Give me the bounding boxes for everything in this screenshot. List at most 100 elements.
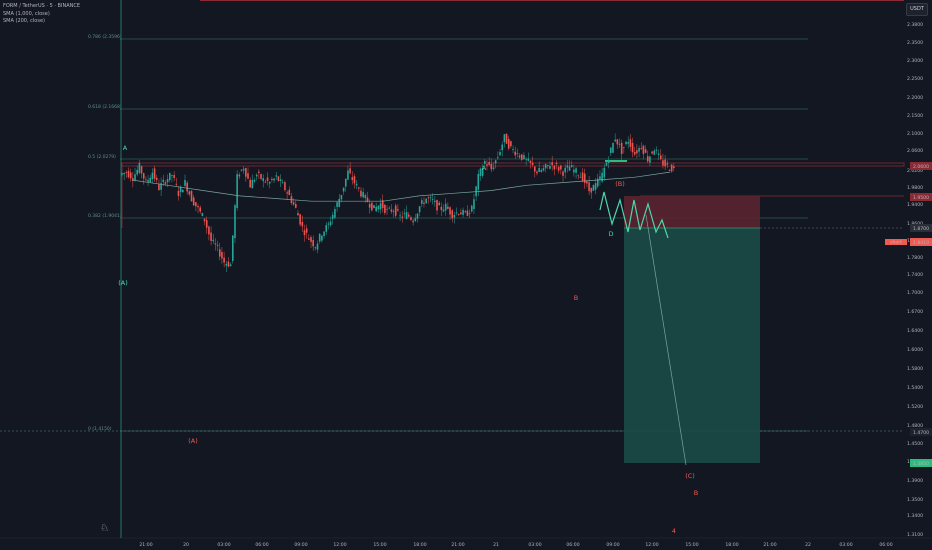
candle-body[interactable] xyxy=(412,220,414,223)
candle-body[interactable] xyxy=(271,178,273,181)
candle-body[interactable] xyxy=(218,249,221,257)
candle-body[interactable] xyxy=(349,168,351,174)
candle-body[interactable] xyxy=(599,176,601,180)
candle-body[interactable] xyxy=(520,154,523,160)
candle-body[interactable] xyxy=(362,192,364,198)
candle-body[interactable] xyxy=(334,209,336,218)
candle-body[interactable] xyxy=(138,162,141,173)
candle-body[interactable] xyxy=(477,173,480,190)
candle-body[interactable] xyxy=(618,143,621,145)
candle-body[interactable] xyxy=(310,237,312,242)
candle-body[interactable] xyxy=(490,163,493,170)
candle-body[interactable] xyxy=(308,238,310,240)
candle-body[interactable] xyxy=(518,155,521,158)
candle-body[interactable] xyxy=(397,209,399,211)
candle-body[interactable] xyxy=(540,169,543,172)
candle-body[interactable] xyxy=(205,220,208,228)
candle-body[interactable] xyxy=(431,199,434,200)
candle-body[interactable] xyxy=(392,210,395,212)
candle-body[interactable] xyxy=(212,239,215,242)
candle-body[interactable] xyxy=(568,166,571,171)
candle-body[interactable] xyxy=(414,218,417,221)
candle-body[interactable] xyxy=(657,153,660,156)
candle-body[interactable] xyxy=(553,165,556,170)
candle-body[interactable] xyxy=(470,205,473,212)
candle-body[interactable] xyxy=(210,232,212,241)
candle-body[interactable] xyxy=(542,168,545,171)
stop-loss-zone[interactable] xyxy=(624,196,760,228)
candle-body[interactable] xyxy=(129,172,132,179)
candle-body[interactable] xyxy=(486,164,488,166)
candle-body[interactable] xyxy=(268,181,271,184)
candle-body[interactable] xyxy=(640,148,643,150)
candle-body[interactable] xyxy=(275,175,278,177)
candle-body[interactable] xyxy=(336,202,338,207)
candle-body[interactable] xyxy=(460,212,462,215)
candle-body[interactable] xyxy=(145,179,147,181)
candle-body[interactable] xyxy=(125,172,128,174)
take-profit-zone[interactable] xyxy=(624,228,760,463)
candle-body[interactable] xyxy=(423,202,425,204)
candle-body[interactable] xyxy=(214,243,217,245)
candle-body[interactable] xyxy=(175,183,178,185)
candle-body[interactable] xyxy=(227,261,230,267)
candle-body[interactable] xyxy=(238,174,241,177)
candle-body[interactable] xyxy=(434,200,436,202)
candle-body[interactable] xyxy=(177,190,180,196)
candle-body[interactable] xyxy=(588,182,590,192)
candle-body[interactable] xyxy=(590,187,593,193)
candle-body[interactable] xyxy=(497,156,499,158)
candle-body[interactable] xyxy=(547,165,549,166)
candle-body[interactable] xyxy=(260,174,262,179)
candle-body[interactable] xyxy=(155,177,158,180)
candle-body[interactable] xyxy=(620,142,623,155)
candle-body[interactable] xyxy=(649,156,651,163)
candle-body[interactable] xyxy=(286,192,288,194)
candle-body[interactable] xyxy=(358,187,360,189)
candle-body[interactable] xyxy=(625,141,627,145)
candle-body[interactable] xyxy=(410,217,412,220)
candle-body[interactable] xyxy=(338,198,341,207)
candle-body[interactable] xyxy=(305,228,308,233)
candle-body[interactable] xyxy=(201,213,204,216)
candle-body[interactable] xyxy=(323,231,325,236)
candle-body[interactable] xyxy=(249,179,251,188)
candle-body[interactable] xyxy=(373,205,375,209)
candle-body[interactable] xyxy=(436,200,438,211)
candle-body[interactable] xyxy=(171,175,173,176)
candle-body[interactable] xyxy=(251,179,254,189)
candle-body[interactable] xyxy=(601,172,603,182)
candle-body[interactable] xyxy=(557,167,560,171)
candle-body[interactable] xyxy=(166,179,169,183)
candle-body[interactable] xyxy=(457,214,460,216)
candle-body[interactable] xyxy=(240,169,243,171)
candle-body[interactable] xyxy=(297,213,299,216)
symbol-header[interactable]: FORM / TetherUS · 5 · BINANCE xyxy=(3,3,80,9)
candle-body[interactable] xyxy=(149,177,152,182)
candle-body[interactable] xyxy=(527,158,530,161)
candle-body[interactable] xyxy=(121,173,123,175)
candle-body[interactable] xyxy=(447,206,449,209)
candle-body[interactable] xyxy=(203,218,206,222)
candle-body[interactable] xyxy=(225,263,228,266)
candle-body[interactable] xyxy=(418,206,421,213)
candle-body[interactable] xyxy=(151,172,154,180)
candle-body[interactable] xyxy=(301,221,304,227)
candle-body[interactable] xyxy=(666,163,669,165)
candle-body[interactable] xyxy=(229,264,232,267)
candle-body[interactable] xyxy=(536,171,538,174)
candle-body[interactable] xyxy=(344,178,347,187)
candle-body[interactable] xyxy=(673,166,675,169)
candle-body[interactable] xyxy=(277,176,280,181)
candle-body[interactable] xyxy=(318,233,321,242)
candle-body[interactable] xyxy=(386,209,388,210)
candle-body[interactable] xyxy=(566,165,569,168)
candle-body[interactable] xyxy=(421,200,423,204)
candle-body[interactable] xyxy=(329,221,332,226)
candle-body[interactable] xyxy=(258,171,260,173)
candle-body[interactable] xyxy=(360,190,362,197)
candle-body[interactable] xyxy=(583,173,586,183)
candle-body[interactable] xyxy=(216,244,219,246)
candle-body[interactable] xyxy=(416,213,419,219)
candle-body[interactable] xyxy=(192,197,195,206)
